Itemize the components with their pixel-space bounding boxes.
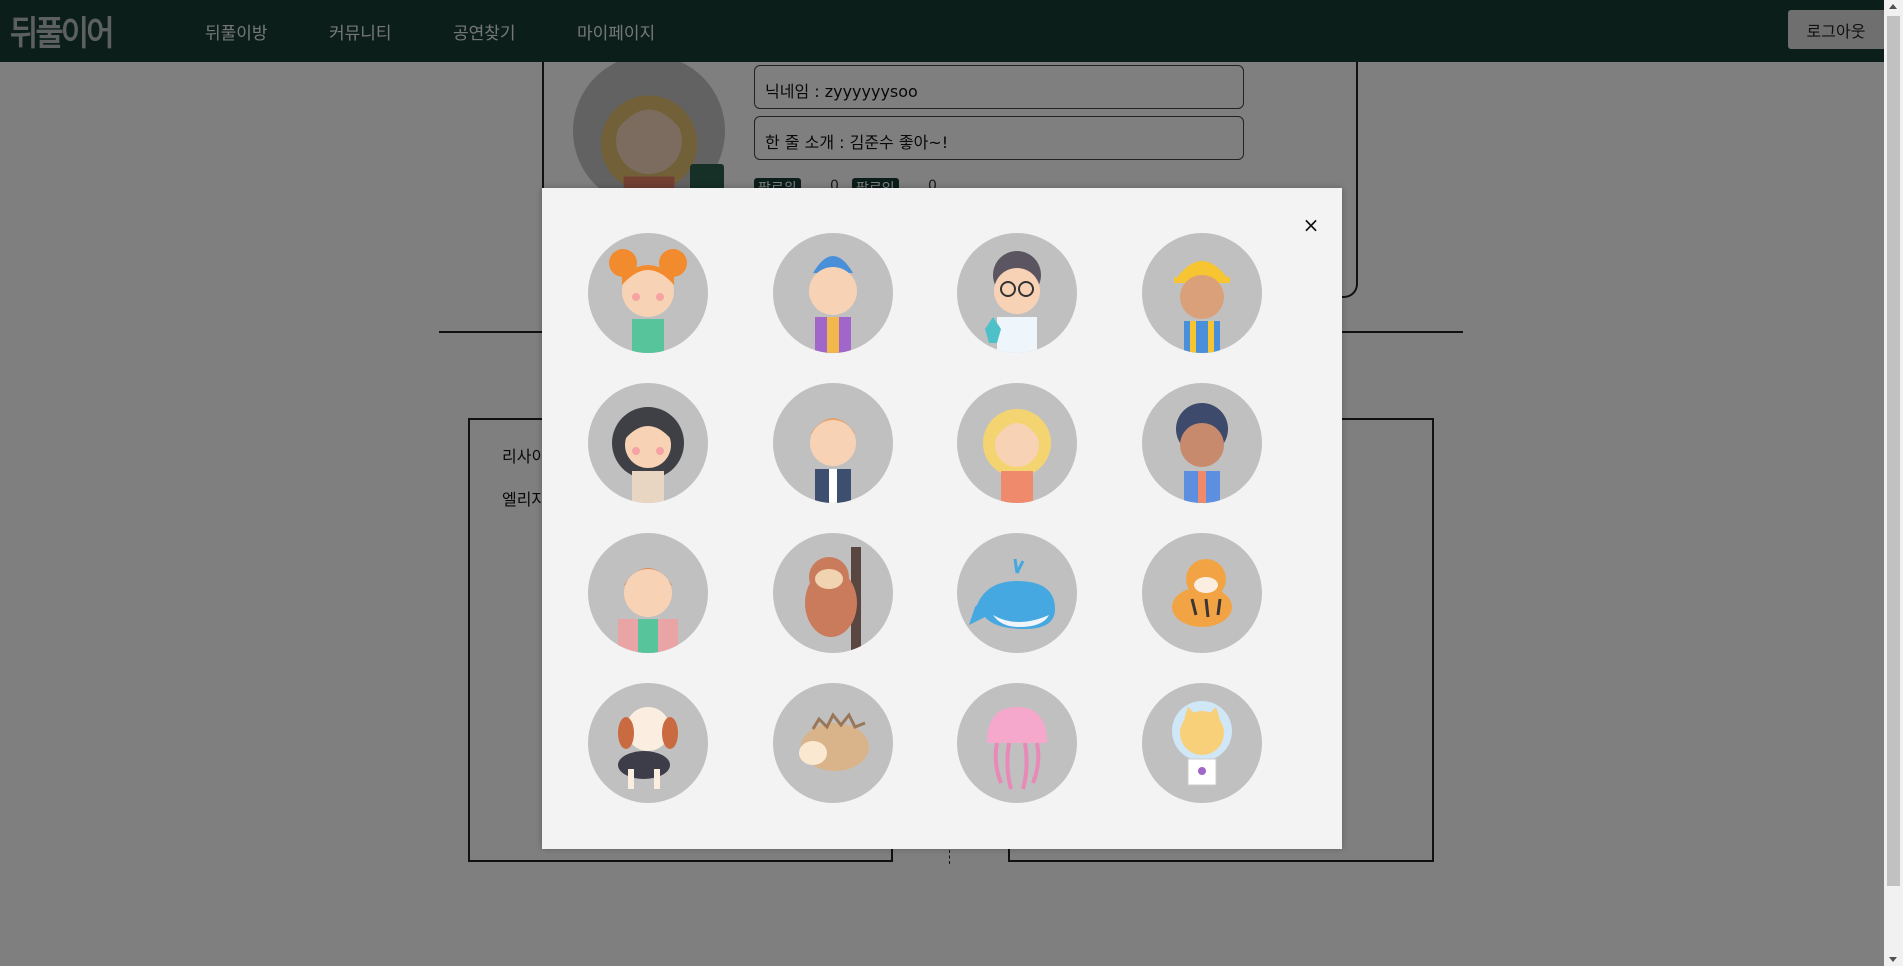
- avatar-option-construction-worker[interactable]: [1142, 233, 1262, 353]
- scrollbar[interactable]: [1884, 0, 1903, 966]
- avatar-option-scientist[interactable]: [957, 233, 1077, 353]
- scroll-thumb[interactable]: [1887, 16, 1900, 886]
- avatar-option-boy-backpack[interactable]: [588, 533, 708, 653]
- avatar-option-boy-ginger[interactable]: [773, 383, 893, 503]
- avatar-option-woman-dark-hair[interactable]: [588, 383, 708, 503]
- avatar-option-beagle[interactable]: [588, 683, 708, 803]
- avatar-option-woman-blonde[interactable]: [957, 383, 1077, 503]
- avatar-option-girl-pigtails[interactable]: [588, 233, 708, 353]
- avatar-option-man-curly-hair[interactable]: [1142, 383, 1262, 503]
- scroll-up-icon[interactable]: [1889, 4, 1897, 9]
- avatar-option-sloth[interactable]: [773, 533, 893, 653]
- avatar-option-boy-blue-hair[interactable]: [773, 233, 893, 353]
- avatar-option-tiger[interactable]: [1142, 533, 1262, 653]
- avatar-option-jellyfish[interactable]: [957, 683, 1077, 803]
- avatar-option-whale[interactable]: [957, 533, 1077, 653]
- avatar-picker-modal: ×: [542, 188, 1342, 849]
- avatar-option-astronaut-cat[interactable]: [1142, 683, 1262, 803]
- scroll-down-icon[interactable]: [1889, 957, 1897, 962]
- avatar-option-hedgehog[interactable]: [773, 683, 893, 803]
- close-icon[interactable]: ×: [1299, 213, 1323, 237]
